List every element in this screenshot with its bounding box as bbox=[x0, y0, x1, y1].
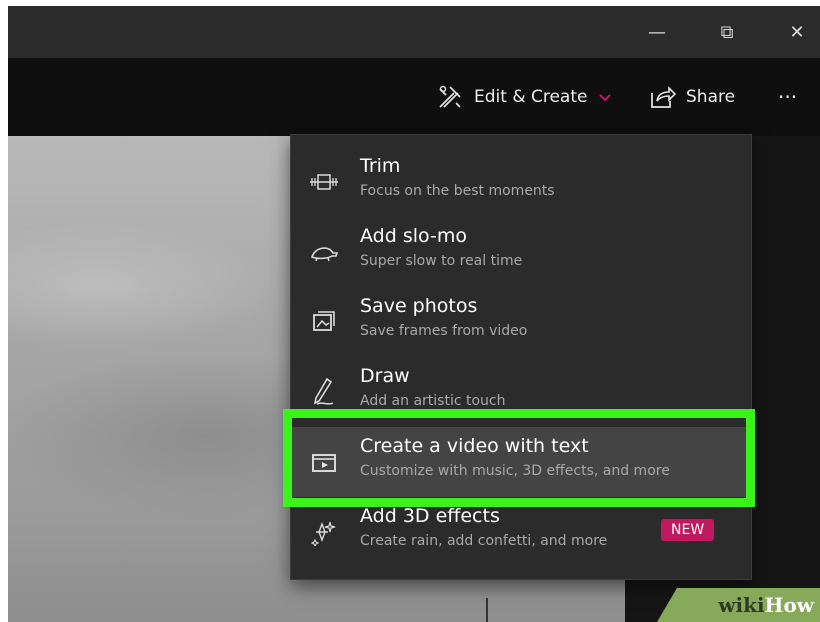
restore-button[interactable]: ⧉ bbox=[704, 6, 750, 58]
watermark-part-2: How bbox=[764, 593, 814, 617]
preview-pole bbox=[486, 598, 488, 622]
menu-item-title: Draw bbox=[360, 365, 410, 387]
restore-icon: ⧉ bbox=[720, 21, 734, 43]
slomo-icon bbox=[307, 235, 341, 269]
menu-item-subtitle: Create rain, add confetti, and more bbox=[360, 533, 608, 549]
minimize-button[interactable]: — bbox=[634, 6, 680, 58]
save-photos-icon bbox=[307, 305, 341, 339]
minimize-icon: — bbox=[648, 21, 666, 43]
menu-item-title: Add 3D effects bbox=[360, 505, 500, 527]
effects-3d-icon bbox=[307, 515, 341, 549]
edit-create-button[interactable]: Edit & Create bbox=[436, 80, 613, 114]
watermark-part-1: wiki bbox=[718, 593, 765, 617]
share-label: Share bbox=[686, 87, 736, 107]
edit-create-menu: Trim Focus on the best moments Add slo-m… bbox=[290, 134, 752, 580]
wikihow-watermark: wiki How bbox=[657, 588, 820, 622]
menu-item-save-photos[interactable]: Save photos Save frames from video bbox=[291, 287, 751, 357]
title-bar: — ⧉ ✕ bbox=[8, 6, 820, 58]
menu-item-subtitle: Focus on the best moments bbox=[360, 183, 555, 199]
menu-item-subtitle: Add an artistic touch bbox=[360, 393, 506, 409]
share-button[interactable]: Share bbox=[648, 80, 735, 114]
close-icon: ✕ bbox=[789, 21, 805, 43]
more-options-button[interactable]: ··· bbox=[778, 80, 797, 114]
draw-icon bbox=[307, 375, 341, 409]
menu-item-subtitle: Super slow to real time bbox=[360, 253, 523, 269]
more-icon: ··· bbox=[778, 85, 798, 109]
trim-icon bbox=[307, 165, 341, 199]
new-badge: NEW bbox=[661, 519, 715, 541]
menu-item-title: Save photos bbox=[360, 295, 478, 317]
edit-create-icon bbox=[439, 85, 461, 108]
menu-item-subtitle: Save frames from video bbox=[360, 323, 528, 339]
menu-item-slo-mo[interactable]: Add slo-mo Super slow to real time bbox=[291, 217, 751, 287]
menu-item-title: Add slo-mo bbox=[360, 225, 467, 247]
edit-create-label: Edit & Create bbox=[474, 87, 588, 107]
menu-item-title: Trim bbox=[360, 155, 401, 177]
close-button[interactable]: ✕ bbox=[774, 6, 820, 58]
toolbar: Edit & Create Share ··· bbox=[8, 58, 820, 136]
share-icon bbox=[651, 86, 676, 108]
chevron-down-icon bbox=[599, 94, 612, 102]
menu-item-trim[interactable]: Trim Focus on the best moments bbox=[291, 147, 751, 217]
menu-item-add-3d-effects[interactable]: Add 3D effects Create rain, add confetti… bbox=[291, 497, 751, 567]
highlight-box bbox=[283, 409, 755, 507]
